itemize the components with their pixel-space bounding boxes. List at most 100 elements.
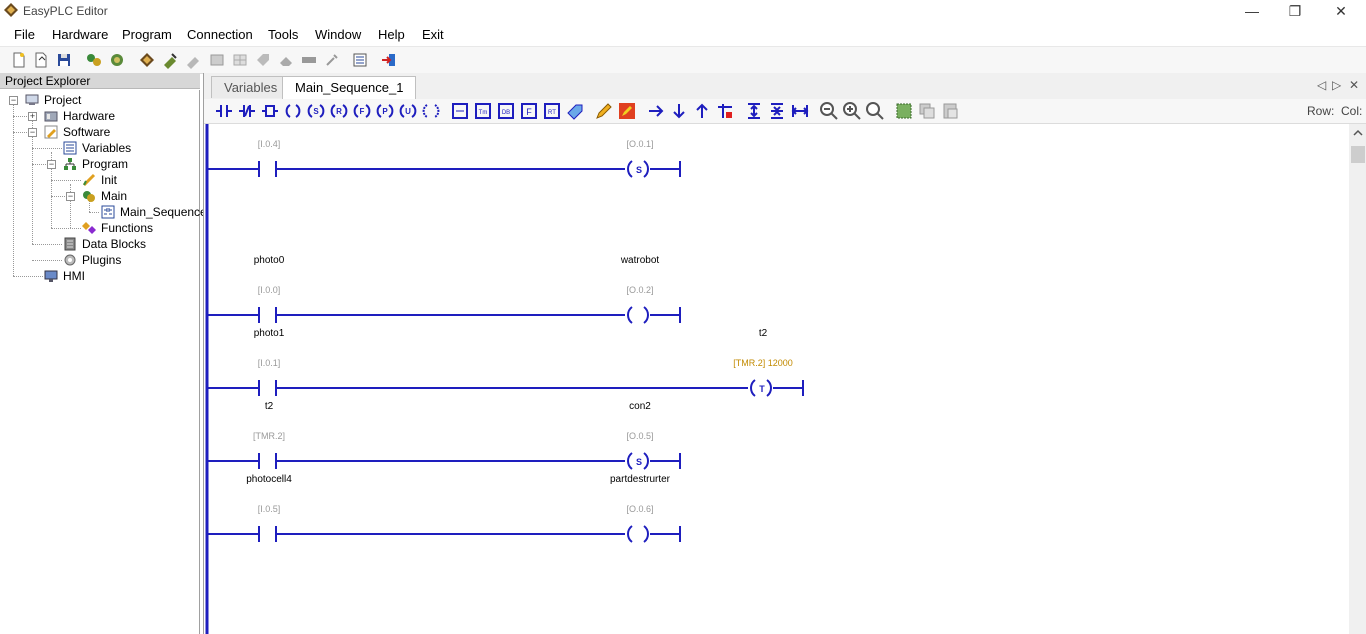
pulse-coil-icon[interactable]: P: [375, 101, 395, 121]
tab-scroll-right-icon[interactable]: ▷: [1332, 78, 1341, 92]
insert-row-icon[interactable]: [744, 101, 764, 121]
save-icon[interactable]: [55, 51, 73, 69]
contact-nc-icon[interactable]: [237, 101, 257, 121]
box-element-icon[interactable]: [260, 101, 280, 121]
svg-text:P: P: [382, 107, 388, 116]
tree-node-project[interactable]: Project: [44, 93, 81, 107]
unit-coil-icon[interactable]: U: [398, 101, 418, 121]
zoom-in-icon[interactable]: [842, 101, 862, 121]
eraser-icon[interactable]: [277, 51, 295, 69]
document-tab-strip: Variables Main_Sequence_1 ◁ ▷ ✕: [204, 73, 1366, 100]
tag-icon[interactable]: [254, 51, 272, 69]
menu-tools[interactable]: Tools: [268, 27, 298, 42]
counter-block-icon[interactable]: [450, 101, 470, 121]
paste-icon[interactable]: [940, 101, 960, 121]
rung-4[interactable]: St2 [TMR.2] con2 [O.0.5]: [207, 401, 681, 470]
tree-node-software[interactable]: Software: [63, 125, 110, 139]
open-file-icon[interactable]: [32, 51, 50, 69]
menu-connection[interactable]: Connection: [187, 27, 253, 42]
menu-program[interactable]: Program: [122, 27, 172, 42]
zoom-out-icon[interactable]: [819, 101, 839, 121]
contact-no-icon[interactable]: [214, 101, 234, 121]
tree-node-init[interactable]: Init: [101, 173, 117, 187]
menu-hardware[interactable]: Hardware: [52, 27, 108, 42]
new-file-icon[interactable]: [10, 51, 28, 69]
special-coil-icon[interactable]: [421, 101, 441, 121]
insert-column-icon[interactable]: [790, 101, 810, 121]
tab-scroll-left-icon[interactable]: ◁: [1317, 78, 1326, 92]
tools-icon[interactable]: [323, 51, 341, 69]
minimize-button[interactable]: —: [1229, 0, 1275, 22]
vertical-scrollbar[interactable]: [1349, 124, 1366, 634]
delete-row-icon[interactable]: [767, 101, 787, 121]
coil-name: t2: [759, 328, 768, 339]
menu-exit[interactable]: Exit: [422, 27, 444, 42]
restore-button[interactable]: ❐: [1272, 0, 1318, 22]
ladder-canvas[interactable]: Sphoto1[I.0.4]con11[O.0.1] photo0 [I.0.0] w…: [204, 124, 1349, 634]
coil-left-arc: [627, 306, 633, 324]
compile-icon[interactable]: [85, 51, 103, 69]
monitor-icon[interactable]: [208, 51, 226, 69]
exit-icon[interactable]: [380, 51, 398, 69]
arrow-up-icon[interactable]: [692, 101, 712, 121]
tab-main-sequence[interactable]: Main_Sequence_1: [282, 76, 417, 100]
tree-node-program[interactable]: Program: [82, 157, 128, 171]
coil-address: [O.0.1]: [626, 139, 653, 149]
project-explorer-tree: − Project + Hardware − Software Variable…: [0, 90, 213, 634]
rung-1[interactable]: Sphoto1[I.0.4]con11[O.0.1]: [207, 124, 681, 178]
tree-node-plugins[interactable]: Plugins: [82, 253, 121, 267]
program-collapse-toggle[interactable]: −: [47, 160, 56, 169]
properties-icon[interactable]: [351, 51, 369, 69]
disconnect-icon[interactable]: [184, 51, 202, 69]
function-block-icon[interactable]: F: [519, 101, 539, 121]
title-bar: EasyPLC Editor — ❐ ✕: [0, 0, 1366, 23]
comment-tag-icon[interactable]: [565, 101, 585, 121]
coil-right-arc: [766, 379, 772, 397]
grid-icon[interactable]: [231, 51, 249, 69]
rung-5[interactable]: photocell4 [I.0.5] partdestrurter [O.0.6]: [207, 474, 681, 543]
set-coil-icon[interactable]: S: [306, 101, 326, 121]
pencil-icon[interactable]: [594, 101, 614, 121]
runtime-block-icon[interactable]: RT: [542, 101, 562, 121]
main-collapse-toggle[interactable]: −: [66, 192, 75, 201]
coil-right-arc: [643, 452, 649, 470]
function-coil-icon[interactable]: F: [352, 101, 372, 121]
tree-node-hmi[interactable]: HMI: [63, 269, 85, 283]
copy-icon[interactable]: [917, 101, 937, 121]
arrow-right-icon[interactable]: [646, 101, 666, 121]
zoom-reset-icon[interactable]: [865, 101, 885, 121]
contact-address: [I.0.1]: [258, 358, 281, 368]
rung-3[interactable]: Tphoto1 [I.0.1] t2 [TMR.2] 12000: [207, 328, 804, 397]
rung-2[interactable]: photo0 [I.0.0] watrobot [O.0.2]: [207, 255, 681, 324]
tree-node-variables[interactable]: Variables: [82, 141, 131, 155]
tree-node-main[interactable]: Main: [101, 189, 127, 203]
project-collapse-toggle[interactable]: −: [9, 96, 18, 105]
timer-block-icon[interactable]: Tm: [473, 101, 493, 121]
tree-node-main-sequence[interactable]: Main_Sequence_: [120, 205, 213, 219]
svg-text:F: F: [360, 107, 365, 116]
close-window-button[interactable]: ✕: [1318, 0, 1364, 22]
select-area-icon[interactable]: [894, 101, 914, 121]
software-collapse-toggle[interactable]: −: [28, 128, 37, 137]
hardware-expand-toggle[interactable]: +: [28, 112, 37, 121]
menu-window[interactable]: Window: [315, 27, 361, 42]
data-block-icon[interactable]: DB: [496, 101, 516, 121]
tree-node-functions[interactable]: Functions: [101, 221, 153, 235]
tree-node-data-blocks[interactable]: Data Blocks: [82, 237, 146, 251]
download-icon[interactable]: [161, 51, 179, 69]
edit-block-icon[interactable]: [617, 101, 637, 121]
menu-file[interactable]: File: [14, 27, 35, 42]
tree-node-hardware[interactable]: Hardware: [63, 109, 115, 123]
build-icon[interactable]: [108, 51, 126, 69]
arrow-down-icon[interactable]: [669, 101, 689, 121]
coil-icon[interactable]: [283, 101, 303, 121]
tab-close-icon[interactable]: ✕: [1349, 78, 1359, 92]
menu-help[interactable]: Help: [378, 27, 405, 42]
scroll-thumb[interactable]: [1351, 146, 1365, 163]
hardware-config-icon[interactable]: [138, 51, 156, 69]
reset-coil-icon[interactable]: R: [329, 101, 349, 121]
delete-branch-icon[interactable]: [715, 101, 735, 121]
tab-variables[interactable]: Variables: [211, 76, 291, 98]
memory-icon[interactable]: [300, 51, 318, 69]
svg-text:U: U: [405, 107, 411, 116]
